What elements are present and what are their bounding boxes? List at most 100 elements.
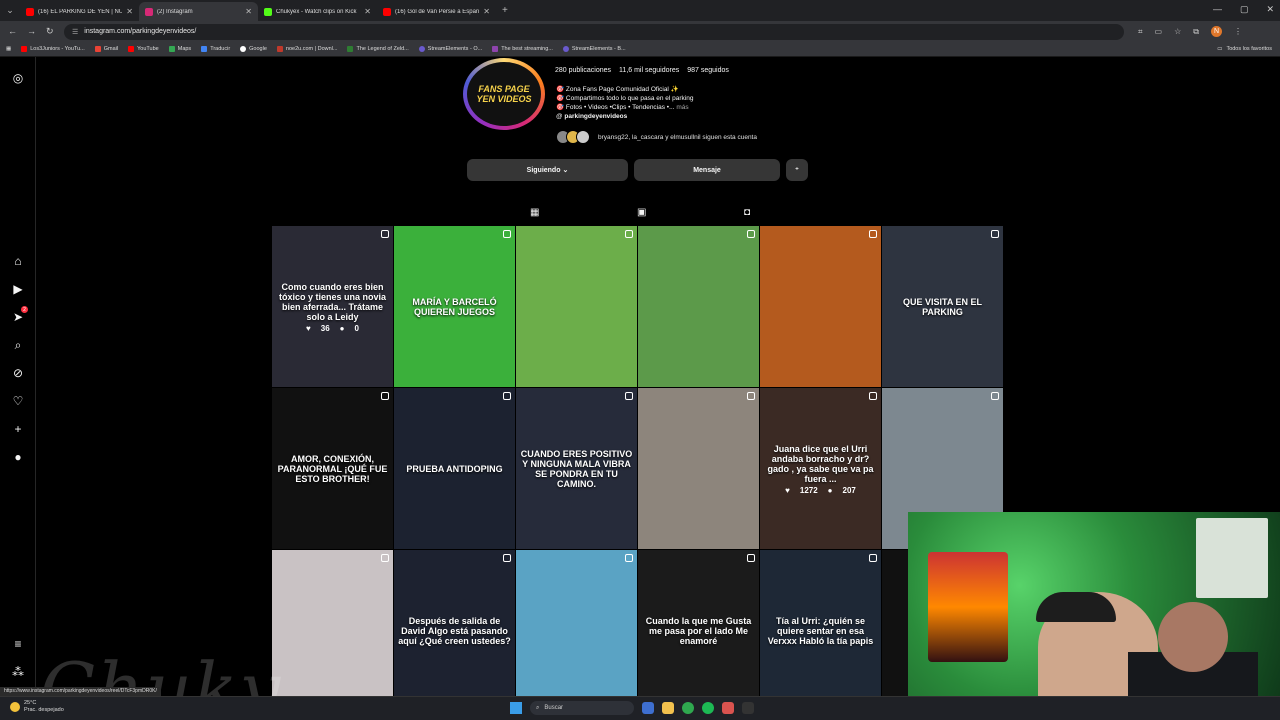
browser-tab-active[interactable]: (2) Instagram ✕ xyxy=(139,2,258,21)
more-link[interactable]: más xyxy=(676,104,688,111)
close-icon[interactable]: ✕ xyxy=(126,7,133,16)
post-tile[interactable]: Cuando la que me Gusta me pasa por el la… xyxy=(638,550,759,696)
file-explorer-icon[interactable] xyxy=(662,702,674,714)
following-button[interactable]: Siguiendo ⌄ xyxy=(467,159,628,181)
app-icon[interactable] xyxy=(742,702,754,714)
threads-handle-link[interactable]: parkingdeyenvideos xyxy=(564,113,627,120)
site-icon xyxy=(276,46,283,52)
bookmark-item[interactable]: YouTube xyxy=(128,46,159,52)
youtube-icon xyxy=(128,46,135,52)
profile-pic-text: FANS PAGE xyxy=(478,84,530,94)
spotify-icon[interactable] xyxy=(702,702,714,714)
search-icon[interactable]: ⌕ xyxy=(10,337,26,353)
posts-count: 280 publicaciones xyxy=(555,67,612,74)
bookmark-item[interactable]: StreamElements - O... xyxy=(418,46,482,52)
new-tab-icon[interactable]: + xyxy=(502,5,508,16)
post-tile[interactable] xyxy=(516,226,637,387)
more-menu-icon[interactable]: ≡ xyxy=(10,636,26,652)
post-tile[interactable]: PRUEBA ANTIDOPING xyxy=(394,388,515,549)
close-window-icon[interactable]: ✕ xyxy=(1266,4,1274,15)
notifications-heart-icon[interactable]: ♡ xyxy=(10,393,26,409)
windows-start-icon[interactable] xyxy=(510,702,522,714)
weather-widget[interactable]: 25°C Prac. despejado xyxy=(10,700,64,714)
post-tile[interactable] xyxy=(516,550,637,696)
home-icon[interactable]: ⌂ xyxy=(10,253,26,269)
following-count[interactable]: 987 seguidos xyxy=(687,67,729,74)
bookmark-item[interactable]: Google xyxy=(240,46,267,52)
profile-avatar-icon[interactable]: ● xyxy=(10,449,26,465)
instagram-logo-icon[interactable]: ◎ xyxy=(10,70,26,86)
post-tile[interactable]: AMOR, CONEXIÓN, PARANORMAL ¡QUÉ FUE ESTO… xyxy=(272,388,393,549)
all-bookmarks[interactable]: ▭ Todos los favoritos xyxy=(1217,46,1272,52)
tab-search-icon[interactable]: ⌄ xyxy=(0,0,20,21)
following-label: Siguiendo xyxy=(526,166,561,174)
menu-icon[interactable]: ⋮ xyxy=(1234,27,1242,36)
app-icon[interactable] xyxy=(642,702,654,714)
bookmark-item[interactable]: Traducir xyxy=(201,46,230,52)
browser-tab[interactable]: (16) Gol de Van Persie a España ✕ xyxy=(377,2,496,21)
suggested-users-button[interactable]: ⁺ xyxy=(786,159,808,181)
posts-grid-icon[interactable]: ▦ xyxy=(530,207,539,218)
install-icon[interactable]: ▭ xyxy=(1155,27,1163,36)
reel-icon xyxy=(503,230,511,238)
close-icon[interactable]: ✕ xyxy=(483,7,490,16)
close-icon[interactable]: ✕ xyxy=(245,7,252,16)
post-tile[interactable]: QUE VISITA EN EL PARKING xyxy=(882,226,1003,387)
post-tile[interactable]: Tía al Urri: ¿quién se quiere sentar en … xyxy=(760,550,881,696)
kick-icon xyxy=(264,7,272,16)
message-button[interactable]: Mensaje xyxy=(634,159,780,181)
reload-icon[interactable]: ↻ xyxy=(46,26,54,37)
post-tile[interactable] xyxy=(272,550,393,696)
chrome-icon[interactable] xyxy=(682,702,694,714)
create-icon[interactable]: + xyxy=(10,421,26,437)
reels-tab-icon[interactable]: ▣ xyxy=(637,207,646,218)
weather-text: 25°C Prac. despejado xyxy=(24,700,64,714)
post-caption: Tía al Urri: ¿quién se quiere sentar en … xyxy=(767,615,874,646)
followed-by[interactable]: bryansg22, la_cascara y elmusullnil sigu… xyxy=(556,130,757,144)
post-tile[interactable] xyxy=(638,226,759,387)
translate-icon[interactable]: ⌗ xyxy=(1138,27,1143,37)
post-tile[interactable]: CUANDO ERES POSITIVO Y NINGUNA MALA VIBR… xyxy=(516,388,637,549)
explore-icon[interactable]: ⊘ xyxy=(10,365,26,381)
profile-avatar[interactable]: N xyxy=(1210,26,1222,37)
close-icon[interactable]: ✕ xyxy=(364,7,371,16)
bio-text: Compartimos todo lo que pasa en el parki… xyxy=(565,95,694,102)
reels-icon[interactable]: ▶ xyxy=(10,281,26,297)
bookmark-item[interactable]: StreamElements - B... xyxy=(562,46,626,52)
apps-icon[interactable]: ▦ xyxy=(6,46,11,52)
bookmark-item[interactable]: Gmail xyxy=(94,46,118,52)
address-bar[interactable]: ☰ instagram.com/parkingdeyenvideos/ xyxy=(64,23,1124,40)
tagged-icon[interactable]: ◘ xyxy=(744,207,750,218)
post-tile[interactable]: Después de salida de David Algo está pas… xyxy=(394,550,515,696)
meta-apps-icon[interactable]: ⁂ xyxy=(10,664,26,680)
messages-icon[interactable]: ➤ 2 xyxy=(10,306,28,325)
maximize-icon[interactable]: ▢ xyxy=(1240,4,1249,15)
post-tile[interactable] xyxy=(638,388,759,549)
post-tile[interactable]: MARÍA Y BARCELÓ QUIEREN JUEGOS xyxy=(394,226,515,387)
heart-icon: ♥ xyxy=(306,324,311,333)
gmail-icon xyxy=(94,46,101,52)
bookmark-star-icon[interactable]: ☆ xyxy=(1174,27,1181,36)
bookmark-item[interactable]: Los3Juniors - YouTu... xyxy=(21,46,85,52)
site-icon xyxy=(492,46,499,52)
extensions-icon[interactable]: ⧉ xyxy=(1193,27,1199,37)
bookmark-item[interactable]: The best streaming... xyxy=(492,46,553,52)
post-tile[interactable]: Como cuando eres bien tóxico y tienes un… xyxy=(272,226,393,387)
bookmark-item[interactable]: The Legend of Zeld... xyxy=(347,46,409,52)
back-icon[interactable]: ← xyxy=(8,26,17,37)
site-info-icon[interactable]: ☰ xyxy=(72,28,78,36)
minimize-icon[interactable]: — xyxy=(1213,4,1222,15)
bookmark-item[interactable]: noe2u.com | Downl... xyxy=(276,46,337,52)
taskbar-search[interactable]: ⌕ Buscar xyxy=(530,701,634,715)
browser-tab[interactable]: (16) EL PARKING DE YEN | NUE ✕ xyxy=(20,2,139,21)
reel-icon xyxy=(381,554,389,562)
browser-tab[interactable]: Chukyex - Watch clips on Kick ✕ xyxy=(258,2,377,21)
app-icon[interactable] xyxy=(722,702,734,714)
profile-picture[interactable]: FANS PAGE YEN VIDEOS xyxy=(463,58,545,130)
bookmark-item[interactable]: Maps xyxy=(168,46,191,52)
forward-icon[interactable]: → xyxy=(27,26,36,37)
post-tile[interactable]: Juana dice que el Urri andaba borracho y… xyxy=(760,388,881,549)
post-tile[interactable] xyxy=(760,226,881,387)
webcam-whiteboard xyxy=(1196,518,1268,598)
followers-count[interactable]: 11,6 mil seguidores xyxy=(619,67,679,74)
